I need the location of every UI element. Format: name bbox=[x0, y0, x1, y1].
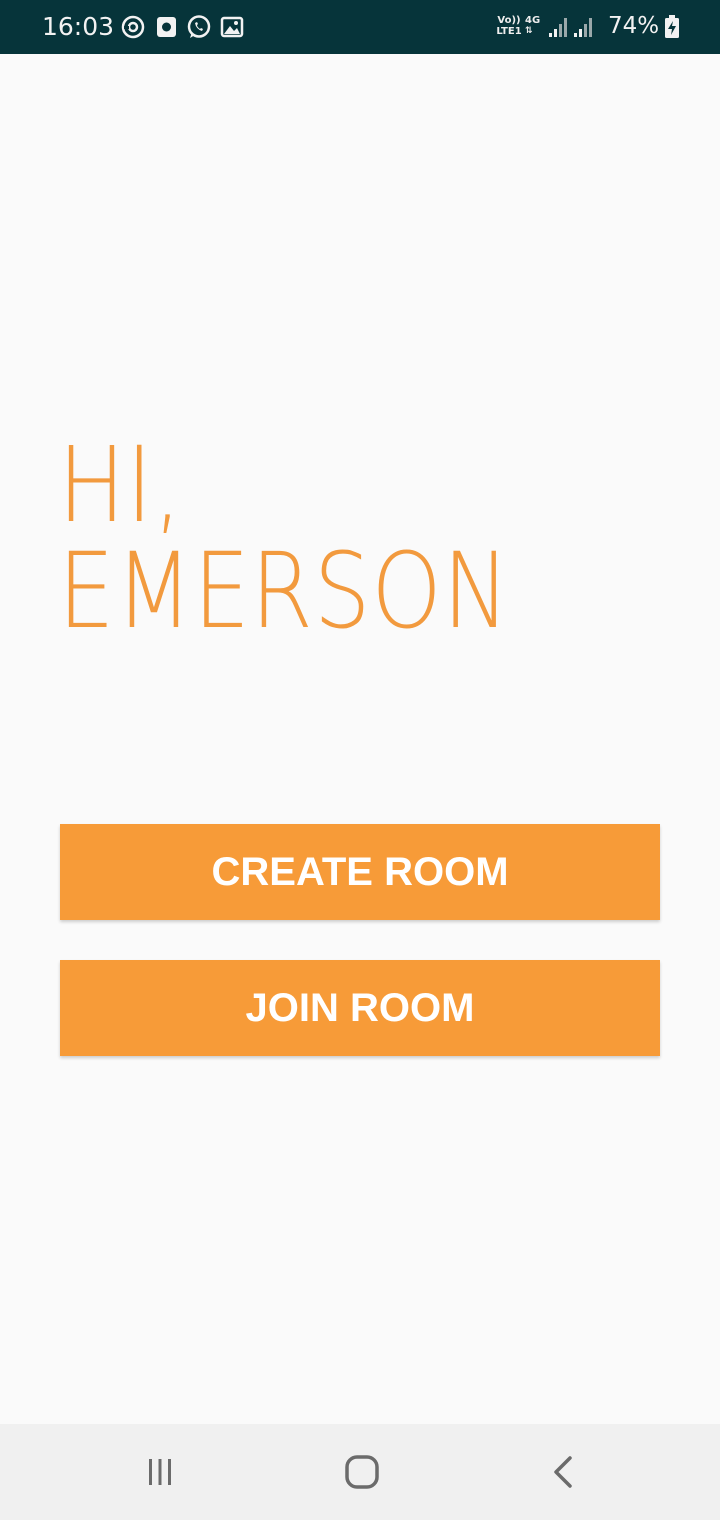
greeting-username: EMERSON bbox=[58, 530, 511, 652]
join-room-button[interactable]: JOIN ROOM bbox=[60, 960, 660, 1056]
back-icon bbox=[554, 1456, 572, 1488]
battery-percent: 74% bbox=[608, 13, 660, 39]
signal-icon-sim2 bbox=[573, 16, 595, 43]
join-room-label: JOIN ROOM bbox=[245, 985, 475, 1030]
network-4g-indicator: 4G ⇅ bbox=[525, 15, 541, 36]
home-button[interactable] bbox=[302, 1424, 422, 1520]
volte-indicator: Vo)) LTE1 bbox=[496, 15, 522, 37]
signal-icon bbox=[548, 16, 570, 43]
greeting-line1: HI, bbox=[58, 424, 183, 546]
status-time: 16:03 bbox=[42, 12, 115, 41]
recent-apps-icon bbox=[149, 1459, 171, 1485]
greeting-heading: HI, EMERSON bbox=[58, 432, 510, 644]
screen-recorder-icon bbox=[155, 14, 179, 45]
back-button[interactable] bbox=[504, 1424, 624, 1520]
create-room-label: CREATE ROOM bbox=[211, 849, 509, 894]
gallery-icon bbox=[220, 14, 244, 45]
battery-charging-icon bbox=[664, 15, 680, 44]
recent-apps-button[interactable] bbox=[100, 1424, 220, 1520]
home-icon bbox=[345, 1455, 379, 1489]
create-room-button[interactable]: CREATE ROOM bbox=[60, 824, 660, 920]
status-bar: 16:03 Vo)) LTE1 4G ⇅ 74% bbox=[0, 0, 720, 54]
whatsapp-icon bbox=[186, 14, 212, 45]
navigation-bar bbox=[0, 1424, 720, 1520]
sync-icon bbox=[120, 14, 146, 45]
